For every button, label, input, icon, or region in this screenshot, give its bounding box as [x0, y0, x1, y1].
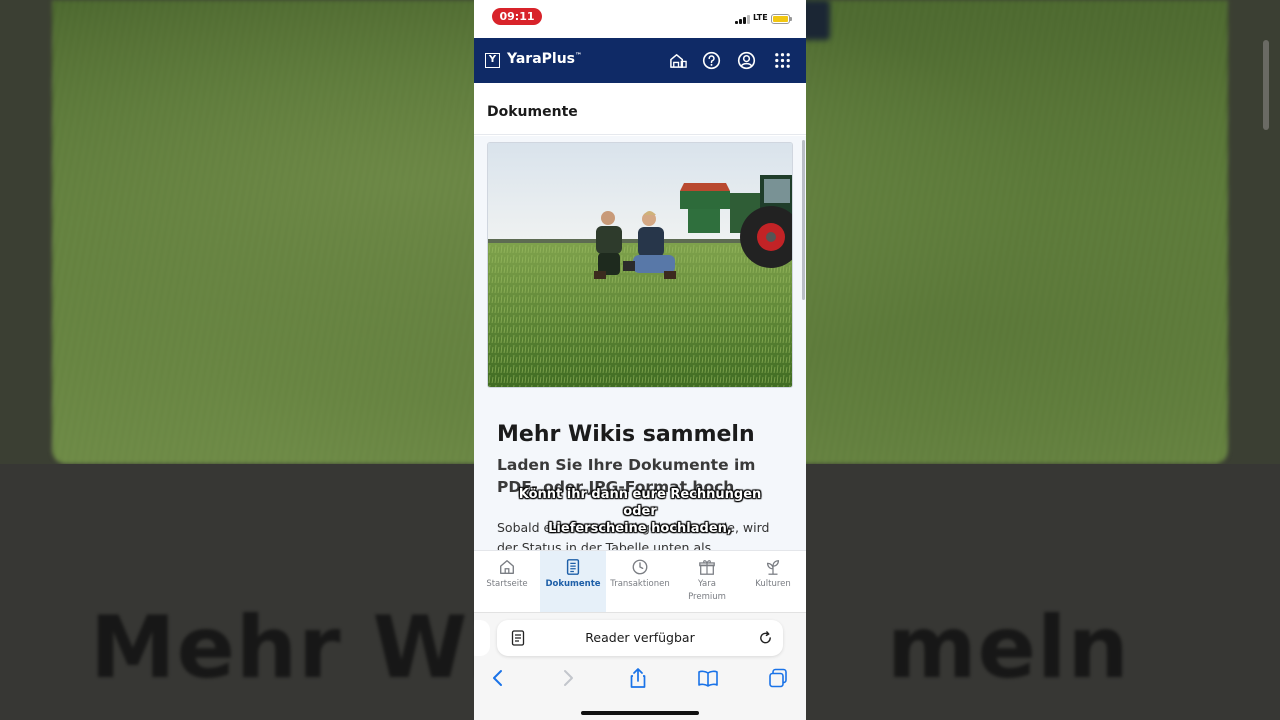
account-icon[interactable] [737, 51, 756, 70]
page-title: Dokumente [487, 104, 578, 120]
reload-icon[interactable] [758, 630, 773, 646]
browser-toolbar: Reader verfügbar [474, 612, 806, 720]
status-bar: 09:11 LTE [474, 0, 806, 38]
tab-transaktionen[interactable]: Transaktionen [606, 551, 674, 613]
video-subtitles: Könnt ihr dann eure Rechnungen oder Lief… [506, 486, 774, 537]
tab-yara-premium[interactable]: Yara Premium [674, 551, 740, 613]
tab-label: Kulturen [755, 579, 791, 589]
share-icon[interactable] [627, 667, 649, 689]
article-heading: Mehr Wikis sammeln [497, 422, 755, 447]
app-header: Y YaraPlus™ [474, 38, 806, 83]
tab-dokumente[interactable]: Dokumente [540, 551, 606, 613]
background-scroll-indicator [1263, 40, 1269, 130]
gift-icon [699, 560, 715, 575]
tabs-icon[interactable] [767, 667, 789, 689]
tab-label: Startseite [486, 579, 528, 589]
tab-label: Yara Premium [688, 579, 726, 602]
back-icon[interactable] [487, 667, 509, 689]
bottom-tab-bar: Startseite Dokumente Transaktionen Yara … [474, 550, 806, 613]
brand-name[interactable]: YaraPlus™ [507, 51, 582, 67]
battery-icon [771, 14, 792, 24]
bookmarks-icon[interactable] [697, 667, 719, 689]
signal-icon [735, 14, 751, 24]
network-type: LTE [753, 13, 768, 22]
home-icon [500, 560, 514, 574]
subtitle-line-3: Lieferscheine hochladen, [548, 521, 732, 536]
farm-icon[interactable] [669, 51, 688, 70]
background-heading-right: meln [887, 598, 1130, 698]
clock-icon [632, 559, 648, 575]
subtitle-line-1: Könnt ihr dann eure Rechnungen [518, 487, 762, 502]
address-bar[interactable]: Reader verfügbar [497, 620, 783, 656]
apps-grid-icon[interactable] [773, 51, 792, 70]
plant-icon [766, 560, 780, 575]
tab-label: Dokumente [545, 579, 601, 589]
previous-tab-peek[interactable] [474, 620, 490, 656]
brand-trademark: ™ [575, 51, 583, 60]
subtitle-line-2: oder [623, 504, 657, 519]
content-scrollbar[interactable] [802, 140, 805, 300]
status-time: 09:11 [492, 8, 542, 25]
tab-label: Transaktionen [610, 579, 670, 589]
document-icon [566, 559, 580, 575]
page-title-bar: Dokumente [474, 83, 806, 135]
forward-icon[interactable] [557, 667, 579, 689]
phone-screen: 09:11 LTE Y YaraPlus™ Dokumente Mehr Wik… [474, 0, 806, 720]
tab-startseite[interactable]: Startseite [474, 551, 540, 613]
home-indicator[interactable] [581, 711, 699, 715]
address-bar-text: Reader verfügbar [585, 630, 695, 645]
yara-logo-icon[interactable]: Y [485, 53, 500, 68]
tab-kulturen[interactable]: Kulturen [740, 551, 806, 613]
help-icon[interactable] [702, 51, 721, 70]
hero-image [487, 142, 793, 388]
brand-text: YaraPlus [507, 51, 576, 67]
